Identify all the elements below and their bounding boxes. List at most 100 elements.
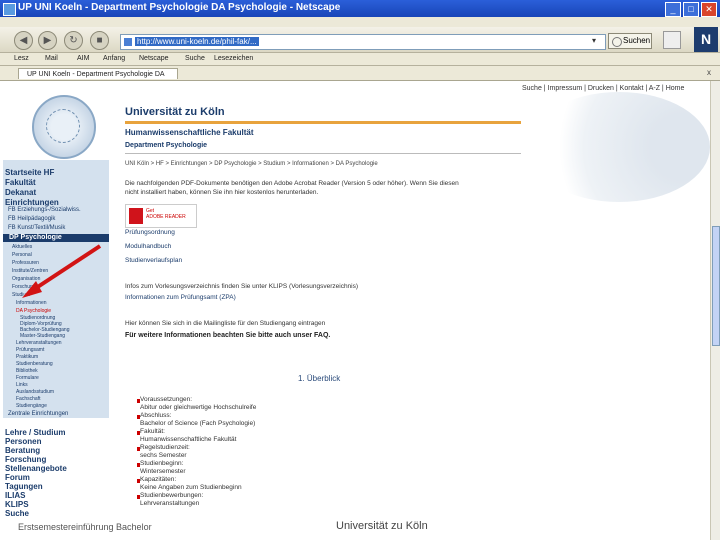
sidebar-subitem[interactable]: FB Heilpädagogik [8, 216, 55, 222]
sidebar-subitem[interactable]: Professuren [12, 260, 39, 266]
link-pruefungsordnung[interactable]: Prüfungsordnung [125, 229, 175, 236]
sidebar-subitem[interactable]: Organisation [12, 276, 40, 282]
mailing-text[interactable]: Hier können Sie sich in die Mailingliste… [125, 320, 325, 327]
scrollbar-thumb[interactable] [712, 226, 720, 346]
sidebar-item-dekanat[interactable]: Dekanat [5, 188, 36, 197]
sidebar-subitem[interactable]: Master-Studiengang [20, 333, 65, 339]
close-button[interactable]: ✕ [701, 2, 717, 17]
footer-left-caption: Erstsemestereinführung Bachelor [18, 522, 152, 532]
overview-item: Kapazitäten: [140, 476, 177, 483]
header-divider [125, 121, 521, 124]
sidebar-subitem[interactable]: Informationen [16, 300, 47, 306]
department-title: Department Psychologie [125, 142, 208, 149]
content-divider [125, 153, 521, 154]
url-dropdown-icon[interactable]: ▾ [592, 36, 596, 45]
print-icon[interactable] [663, 31, 681, 49]
sidebar-subitem[interactable]: Forschung [12, 284, 36, 290]
url-input[interactable]: http://www.uni-koeln.de/phil-fak/... [120, 34, 606, 50]
overview-item: Abschluss: [140, 412, 172, 419]
vertical-scrollbar[interactable] [710, 81, 720, 540]
adobe-line2: ADOBE READER [146, 214, 186, 220]
intro-text: nicht installiert haben, können Sie ihn … [125, 189, 319, 196]
reload-button[interactable]: ↻ [64, 31, 83, 50]
sidebar-item-startseite[interactable]: Startseite HF [5, 168, 54, 177]
url-text: http://www.uni-koeln.de/phil-fak/... [135, 37, 259, 46]
forward-button[interactable]: ▶ [38, 31, 57, 50]
sidebar-subitem[interactable]: Auslandsstudium [16, 389, 54, 395]
sidebar-subitem[interactable]: Personal [12, 252, 32, 258]
sidebar-item-fakultaet[interactable]: Fakultät [5, 178, 36, 187]
sidebar-subitem[interactable]: Studienberatung [16, 361, 53, 367]
faculty-title: Humanwissenschaftliche Fakultät [125, 128, 254, 137]
sidebar-item-einrichtungen[interactable]: Einrichtungen [5, 198, 59, 207]
sidebar-subitem[interactable]: Bibliothek [16, 368, 38, 374]
sidebar-subitem[interactable]: Zentrale Einrichtungen [8, 411, 68, 417]
intro-text: Die nachfolgenden PDF-Dokumente benötige… [125, 180, 459, 187]
overview-item: Bachelor of Science (Fach Psychologie) [140, 420, 256, 427]
adobe-reader-icon [129, 208, 143, 224]
overview-item: Keine Angaben zum Studienbeginn [140, 484, 242, 491]
netscape-app-icon [3, 3, 16, 16]
overview-item: Lehrveranstaltungen [140, 500, 200, 507]
university-seal-logo [32, 95, 96, 159]
bookmark-item[interactable]: Netscape [139, 55, 169, 62]
overview-item: Regelstudienzeit: [140, 444, 190, 451]
bookmark-item[interactable]: AIM [77, 55, 89, 62]
sidebar-item-beratung[interactable]: Beratung [5, 446, 40, 455]
sidebar-item-tagungen[interactable]: Tagungen [5, 482, 43, 491]
bookmark-item[interactable]: Mail [45, 55, 58, 62]
overview-item: Humanwissenschaftliche Fakultät [140, 436, 237, 443]
sidebar-subitem[interactable]: Aktuelles [12, 244, 32, 250]
faq-text[interactable]: Für weitere Informationen beachten Sie b… [125, 332, 330, 339]
sidebar-subitem[interactable]: FB Kunst/Textil/Musik [8, 225, 65, 231]
link-pruefungsamt[interactable]: Informationen zum Prüfungsamt (ZPA) [125, 294, 236, 301]
sidebar-subitem[interactable]: Links [16, 382, 28, 388]
maximize-button[interactable]: □ [683, 2, 699, 17]
overview-item: Abitur oder gleichwertige Hochschulreife [140, 404, 257, 411]
link-studienverlaufsplan[interactable]: Studienverlaufsplan [125, 257, 182, 264]
menu-bar [0, 17, 720, 27]
sidebar-item-personen[interactable]: Personen [5, 437, 41, 446]
get-adobe-reader-button[interactable]: Get ADOBE READER [125, 204, 197, 228]
sidebar-subitem[interactable]: Studiengänge [16, 403, 47, 409]
sidebar-subitem[interactable]: FB Erziehungs-/Sozialwiss. [8, 207, 81, 213]
sidebar-item-stellenangebote[interactable]: Stellenangebote [5, 464, 67, 473]
top-navigation[interactable]: Suche | Impressum | Drucken | Kontakt | … [522, 85, 684, 92]
bookmark-item[interactable]: Anfang [103, 55, 125, 62]
sidebar-subitem[interactable]: Lehrveranstaltungen [16, 340, 62, 346]
bookmark-item[interactable]: Lesz [14, 55, 29, 62]
tab-strip: UP UNI Koeln - Department Psychologie DA [0, 66, 720, 81]
overview-item: Voraussetzungen: [140, 396, 193, 403]
sidebar-subitem-current[interactable]: DA Psychologie [16, 308, 51, 314]
tab-close-icon[interactable]: x [704, 68, 714, 78]
sidebar-item-forum[interactable]: Forum [5, 473, 30, 482]
sidebar-item-lehre[interactable]: Lehre / Studium [5, 428, 65, 437]
sidebar-item-forschung[interactable]: Forschung [5, 455, 46, 464]
sidebar-subitem[interactable]: Praktikum [16, 354, 38, 360]
sidebar-subitem[interactable]: Fachschaft [16, 396, 40, 402]
stop-button[interactable]: ■ [90, 31, 109, 50]
window-title: UP UNI Koeln - Department Psychologie DA… [18, 2, 341, 13]
sidebar-subitem[interactable]: Prüfungsamt [16, 347, 44, 353]
bookmarks-bar: Lesz Mail AIM Anfang Netscape Suche Lese… [0, 53, 720, 66]
sidebar-item-suche[interactable]: Suche [5, 509, 29, 518]
sidebar-item-klips[interactable]: KLIPS [5, 500, 29, 509]
sidebar-subitem[interactable]: Institute/Zentren [12, 268, 48, 274]
breadcrumb[interactable]: UNI Köln > HF > Einrichtungen > DP Psych… [125, 161, 378, 167]
search-button-label: Suchen [623, 36, 651, 45]
bookmark-item[interactable]: Lesezeichen [214, 55, 253, 62]
overview-item: sechs Semester [140, 452, 187, 459]
tab-active[interactable]: UP UNI Koeln - Department Psychologie DA [18, 68, 178, 79]
minimize-button[interactable]: _ [665, 2, 681, 17]
search-icon [612, 37, 622, 47]
window-titlebar: UP UNI Koeln - Department Psychologie DA… [0, 0, 720, 17]
sidebar-subitem[interactable]: Studium [12, 292, 30, 298]
search-button[interactable]: Suchen [608, 33, 652, 49]
sidebar-subitem[interactable]: Formulare [16, 375, 39, 381]
sidebar-item-dp-psychologie[interactable]: DP Psychologie [3, 234, 109, 242]
back-button[interactable]: ◀ [14, 31, 33, 50]
sidebar-item-ilias[interactable]: ILIAS [5, 491, 25, 500]
link-modulhandbuch[interactable]: Modulhandbuch [125, 243, 171, 250]
bookmark-item[interactable]: Suche [185, 55, 205, 62]
university-seal-watermark [528, 92, 710, 202]
